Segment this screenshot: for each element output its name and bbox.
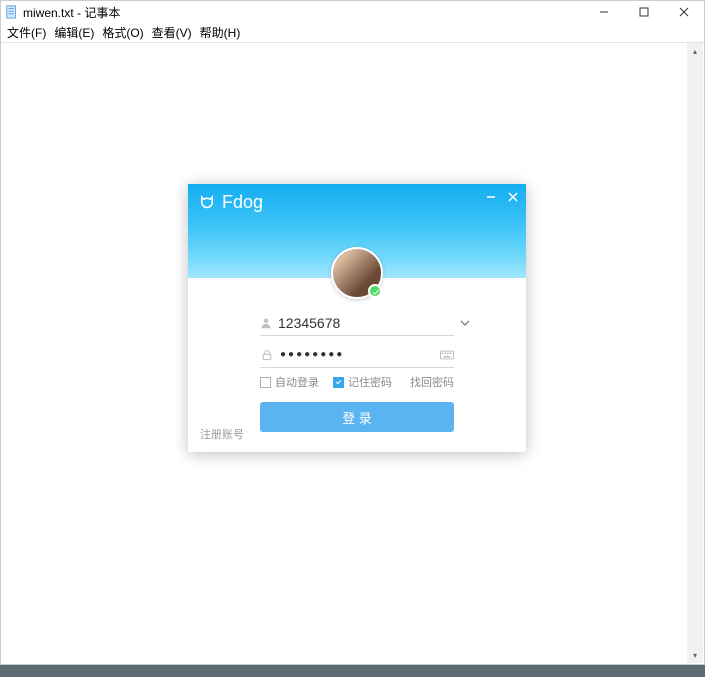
- menubar: 文件(F) 编辑(E) 格式(O) 查看(V) 帮助(H): [1, 23, 704, 43]
- window-title: miwen.txt - 记事本: [23, 4, 584, 21]
- login-options: 自动登录 记住密码 找回密码: [260, 374, 454, 390]
- scroll-up-icon[interactable]: ▴: [687, 43, 703, 59]
- menu-view[interactable]: 查看(V): [152, 24, 192, 41]
- chevron-down-icon[interactable]: [459, 316, 471, 330]
- password-field: ●●●●●●●●: [260, 342, 454, 368]
- login-minimize-button[interactable]: [484, 190, 498, 204]
- scroll-down-icon[interactable]: ▾: [687, 647, 703, 663]
- titlebar: miwen.txt - 记事本: [1, 1, 704, 23]
- menu-file[interactable]: 文件(F): [7, 24, 46, 41]
- minimize-button[interactable]: [584, 1, 624, 23]
- brand-name: Fdog: [222, 192, 263, 213]
- remember-label: 记住密码: [348, 374, 392, 390]
- brand-logo-icon: [198, 194, 216, 212]
- brand: Fdog: [198, 192, 263, 213]
- notepad-icon: [5, 5, 19, 19]
- checkbox-checked-icon: [333, 377, 344, 388]
- online-status-icon: [368, 284, 382, 298]
- login-dialog: Fdog ●●●●●●●●: [188, 184, 526, 452]
- scrollbar[interactable]: ▴ ▾: [687, 43, 703, 663]
- lock-icon: [260, 348, 274, 362]
- login-form: ●●●●●●●● 自动登录 记住密码 找回密码 登 录: [260, 310, 454, 432]
- menu-edit[interactable]: 编辑(E): [54, 24, 94, 41]
- checkbox-icon: [260, 377, 271, 388]
- username-input[interactable]: [278, 315, 459, 331]
- auto-login-checkbox[interactable]: 自动登录: [260, 374, 319, 390]
- avatar[interactable]: [331, 247, 383, 299]
- maximize-button[interactable]: [624, 1, 664, 23]
- auto-login-label: 自动登录: [275, 374, 319, 390]
- menu-help[interactable]: 帮助(H): [200, 24, 241, 41]
- remember-password-checkbox[interactable]: 记住密码: [333, 374, 392, 390]
- forgot-password-link[interactable]: 找回密码: [410, 374, 454, 390]
- login-close-button[interactable]: [506, 190, 520, 204]
- user-icon: [260, 316, 272, 330]
- username-field: [260, 310, 454, 336]
- password-input[interactable]: ●●●●●●●●: [280, 349, 440, 360]
- close-button[interactable]: [664, 1, 704, 23]
- menu-format[interactable]: 格式(O): [102, 24, 143, 41]
- login-button[interactable]: 登 录: [260, 402, 454, 432]
- keyboard-icon[interactable]: [440, 348, 454, 362]
- register-link[interactable]: 注册账号: [200, 426, 244, 442]
